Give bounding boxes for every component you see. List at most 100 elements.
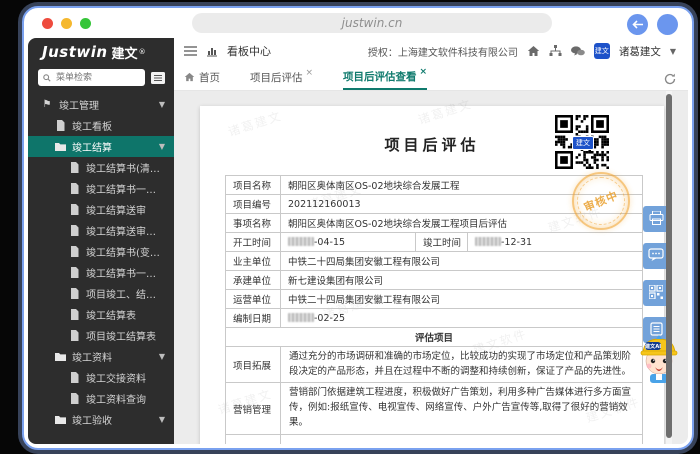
sidebar-item[interactable]: 竣工验收▼ xyxy=(28,409,174,430)
redacted-text xyxy=(288,313,314,322)
sidebar-item[interactable]: ⚑竣工管理▼ xyxy=(28,94,174,115)
doc-icon xyxy=(68,183,80,194)
org-structure-button[interactable] xyxy=(549,45,562,57)
sidebar-item[interactable]: 竣工结算书(清单模式) xyxy=(28,157,174,178)
sidebar-item[interactable]: 项目竣工、结算情况表 xyxy=(28,283,174,304)
tab-label: 首页 xyxy=(199,70,220,85)
tab-项目后评估查看[interactable]: 项目后评估查看× xyxy=(343,64,427,90)
menu-search-box[interactable] xyxy=(38,69,145,86)
close-icon[interactable]: × xyxy=(306,68,314,78)
stamp-text: 审核中 xyxy=(581,187,620,215)
qr-code: 建文 xyxy=(555,115,609,169)
sidebar-item[interactable]: 竣工结算书(变更单模式) xyxy=(28,241,174,262)
sidebar-item[interactable]: 竣工结算送审一览 xyxy=(28,220,174,241)
collapse-sidebar-icon[interactable] xyxy=(184,46,197,56)
field-value: 通过充分的市场调研和准确的市场定位，比较成功的实现了市场定位和产品策划阶段决定的… xyxy=(281,347,643,383)
table-row: 开工时间-04-15竣工时间-12-31 xyxy=(226,233,643,252)
home-icon xyxy=(184,72,195,82)
menu-list-toggle-button[interactable] xyxy=(150,71,166,85)
menu-search-input[interactable] xyxy=(54,72,140,84)
sidebar-item[interactable]: 竣工看板 xyxy=(28,115,174,136)
svg-text:建文AI: 建文AI xyxy=(645,342,661,350)
table-row: 项目拓展通过充分的市场调研和准确的市场定位，比较成功的实现了市场定位和产品策划阶… xyxy=(226,347,643,383)
home-icon xyxy=(527,45,540,57)
chevron-down-icon[interactable]: ▼ xyxy=(159,142,165,151)
chevron-down-icon[interactable]: ▼ xyxy=(670,47,676,56)
app-logo: Justwin 建文 ® xyxy=(28,38,174,66)
field-label: 开工时间 xyxy=(226,233,281,252)
document-page: 诸葛建文诸葛建文建文软件诸葛建文诸葛建文建文软件诸葛建文建文软件 项目后评估 建… xyxy=(200,106,664,444)
doc-icon xyxy=(68,288,80,299)
traffic-lights xyxy=(42,18,91,29)
messages-button[interactable] xyxy=(571,46,585,57)
doc-icon xyxy=(68,162,80,173)
search-icon xyxy=(43,74,51,82)
chevron-down-icon[interactable]: ▼ xyxy=(159,100,165,109)
field-label: 事项名称 xyxy=(226,214,281,233)
sidebar-item[interactable]: 项目竣工结算表 xyxy=(28,325,174,346)
sidebar-item[interactable]: 竣工结算 ▼ xyxy=(28,136,174,157)
close-window-icon[interactable] xyxy=(42,18,53,29)
arrow-left-icon xyxy=(632,20,643,29)
maximize-window-icon[interactable] xyxy=(80,18,91,29)
field-value xyxy=(281,434,643,444)
url-bar[interactable]: justwin.cn xyxy=(192,13,552,33)
comment-icon xyxy=(648,247,664,266)
refresh-icon xyxy=(664,73,676,85)
field-label xyxy=(226,434,281,444)
close-icon[interactable]: × xyxy=(420,67,428,77)
mascot-icon: 建文AI xyxy=(638,331,680,385)
user-avatar[interactable]: 建文 xyxy=(594,43,610,59)
sidebar-item[interactable]: 竣工资料查询 xyxy=(28,388,174,409)
field-label: 项目名称 xyxy=(226,176,281,195)
doc-icon xyxy=(68,267,80,278)
section-header-row: 评估项目 xyxy=(226,328,643,347)
redacted-text xyxy=(288,237,314,246)
table-row: 业主单位中铁二十四局集团安徽工程有限公司 xyxy=(226,252,643,271)
sidebar-item[interactable]: 竣工资料 ▼ xyxy=(28,346,174,367)
field-value: 新七建设集团有限公司 xyxy=(281,271,643,290)
circle-button[interactable] xyxy=(657,14,678,35)
field-value: -04-15 xyxy=(281,233,416,252)
top-bar: 看板中心 授权：上海建文软件科技有限公司 建文 诸葛建文 ▼ xyxy=(174,38,688,64)
tab-首页[interactable]: 首页 xyxy=(184,64,220,90)
home-button[interactable] xyxy=(527,45,540,57)
flag-icon: ⚑ xyxy=(41,99,53,110)
tab-label: 项目后评估 xyxy=(250,70,303,85)
refresh-tab-button[interactable] xyxy=(664,70,676,89)
sidebar-item-label: 竣工结算书一览(清单模… xyxy=(86,181,165,196)
sidebar-item-label: 竣工结算送审一览 xyxy=(86,223,165,238)
ai-assistant-mascot[interactable]: 建文AI xyxy=(638,331,680,385)
vertical-scrollbar[interactable] xyxy=(666,91,672,444)
dashboard-chart-icon xyxy=(206,46,218,57)
chat-bubbles-icon xyxy=(571,46,585,57)
sidebar-item-label: 竣工结算书一览(变更单… xyxy=(86,265,165,280)
sidebar-item-label: 竣工资料 xyxy=(72,349,112,364)
qrcode-icon xyxy=(649,284,663,303)
scrollbar-thumb[interactable] xyxy=(666,94,672,438)
browser-chrome: justwin.cn xyxy=(24,8,692,38)
sidebar-item[interactable]: 竣工结算送审 xyxy=(28,199,174,220)
browser-window: justwin.cn Justwin 建文 ® xyxy=(22,6,694,450)
username[interactable]: 诸葛建文 xyxy=(619,44,661,59)
chevron-down-icon[interactable]: ▼ xyxy=(159,352,165,361)
main-area: 看板中心 授权：上海建文软件科技有限公司 建文 诸葛建文 ▼ xyxy=(174,38,688,444)
field-value: -02-25 xyxy=(281,309,643,328)
table-row: 营销管理营销部门依据建筑工程进度，积极做好广告策划，利用多种广告媒体进行多方面宣… xyxy=(226,383,643,434)
sidebar-item[interactable]: 竣工结算表 xyxy=(28,304,174,325)
tab-项目后评估[interactable]: 项目后评估× xyxy=(250,64,313,90)
sidebar-item-label: 竣工结算 xyxy=(72,139,112,154)
field-value: 营销部门依据建筑工程进度，积极做好广告策划，利用多种广告媒体进行多方面宣传，例如… xyxy=(281,383,643,434)
field-value: 中铁二十四局集团安徽工程有限公司 xyxy=(281,252,643,271)
sidebar-item[interactable]: 竣工结算书一览(变更单… xyxy=(28,262,174,283)
sidebar-item[interactable]: 竣工结算书一览(清单模… xyxy=(28,178,174,199)
license-text: 授权：上海建文软件科技有限公司 xyxy=(368,44,518,59)
sidebar-item[interactable]: 竣工交接资料 xyxy=(28,367,174,388)
doc-icon xyxy=(68,246,80,257)
sidebar-item-label: 项目竣工结算表 xyxy=(86,328,156,343)
kanban-center-link[interactable]: 看板中心 xyxy=(227,43,271,59)
back-button[interactable] xyxy=(627,14,648,35)
minimize-window-icon[interactable] xyxy=(61,18,72,29)
field-label: 承建单位 xyxy=(226,271,281,290)
chevron-down-icon[interactable]: ▼ xyxy=(159,415,165,424)
